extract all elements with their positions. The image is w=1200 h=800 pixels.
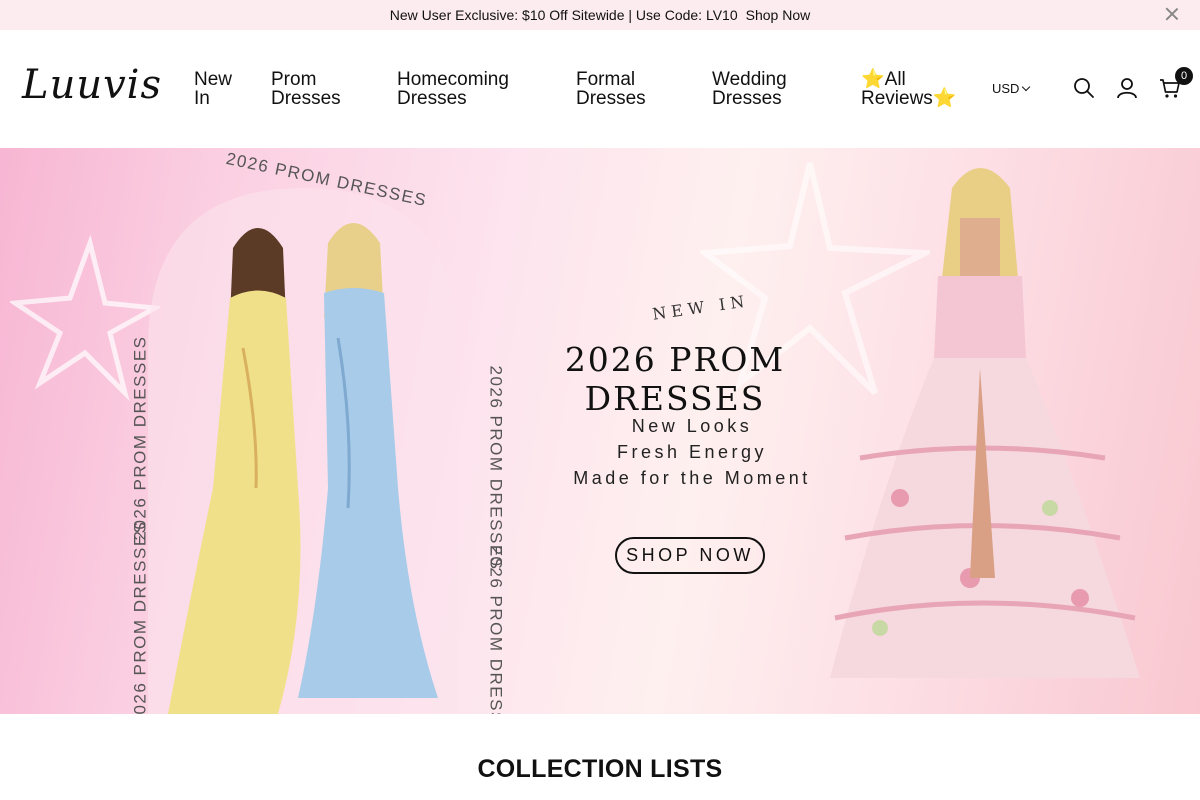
cart-count-badge: 0: [1175, 67, 1193, 85]
nav-label: Reviews⭐: [861, 88, 957, 109]
account-icon[interactable]: [1116, 77, 1138, 99]
collection-lists-heading: COLLECTION LISTS: [477, 755, 723, 783]
currency-label: USD: [992, 81, 1020, 96]
hero-title: 2026 PROM DRESSES: [564, 340, 786, 418]
nav-label: Wedding: [712, 69, 787, 90]
nav-homecoming-dresses[interactable]: Homecoming Dresses: [397, 70, 509, 108]
hero-tagline-2: Fresh Energy: [616, 442, 768, 462]
nav-label: Prom: [271, 69, 317, 90]
nav-label: ⭐All: [861, 69, 906, 90]
nav-label: Formal: [576, 69, 636, 90]
nav-label: In: [194, 88, 210, 109]
nav-formal-dresses[interactable]: Formal Dresses: [576, 70, 646, 108]
hero-tagline-3: Made for the Moment: [573, 468, 811, 488]
nav-label: Dresses: [712, 88, 782, 109]
hero-model-right-image: [830, 168, 1140, 678]
close-icon[interactable]: [1164, 6, 1180, 22]
announcement-shop-link[interactable]: Shop Now: [746, 7, 811, 23]
announcement-text: New User Exclusive: $10 Off Sitewide | U…: [389, 7, 738, 23]
search-icon[interactable]: [1073, 77, 1095, 99]
site-header: Luuvis New In Prom Dresses Homecoming Dr…: [0, 30, 1200, 149]
nav-new-in[interactable]: New In: [194, 70, 232, 108]
chevron-down-icon: [1022, 82, 1031, 92]
arch-text-left-lower: 2026 PROM DRESSES: [130, 520, 150, 714]
currency-selector[interactable]: USD: [992, 81, 1031, 96]
nav-label: Dresses: [271, 88, 341, 109]
hero-models-left-image: [148, 188, 458, 714]
nav-label: Dresses: [576, 88, 646, 109]
nav-prom-dresses[interactable]: Prom Dresses: [271, 70, 341, 108]
hero-tagline-1: New Looks: [631, 416, 753, 436]
nav-label: New: [194, 69, 233, 90]
shop-now-button[interactable]: SHOP NOW: [615, 537, 765, 574]
hero-banner[interactable]: 2026 PROM DRESSES 2026 PROM DRESSES 2026…: [0, 148, 1200, 714]
arch-text-left: 2026 PROM DRESSES: [130, 335, 150, 541]
announcement-bar: New User Exclusive: $10 Off Sitewide | U…: [0, 0, 1200, 30]
logo[interactable]: Luuvis: [22, 62, 162, 108]
nav-label: Homecoming: [397, 69, 509, 90]
nav-label: Dresses: [397, 88, 467, 109]
arch-text-right-lower: 2026 PROM DRESSES: [486, 545, 506, 714]
nav-all-reviews[interactable]: ⭐All Reviews⭐: [861, 70, 956, 108]
nav-wedding-dresses[interactable]: Wedding Dresses: [712, 70, 787, 108]
